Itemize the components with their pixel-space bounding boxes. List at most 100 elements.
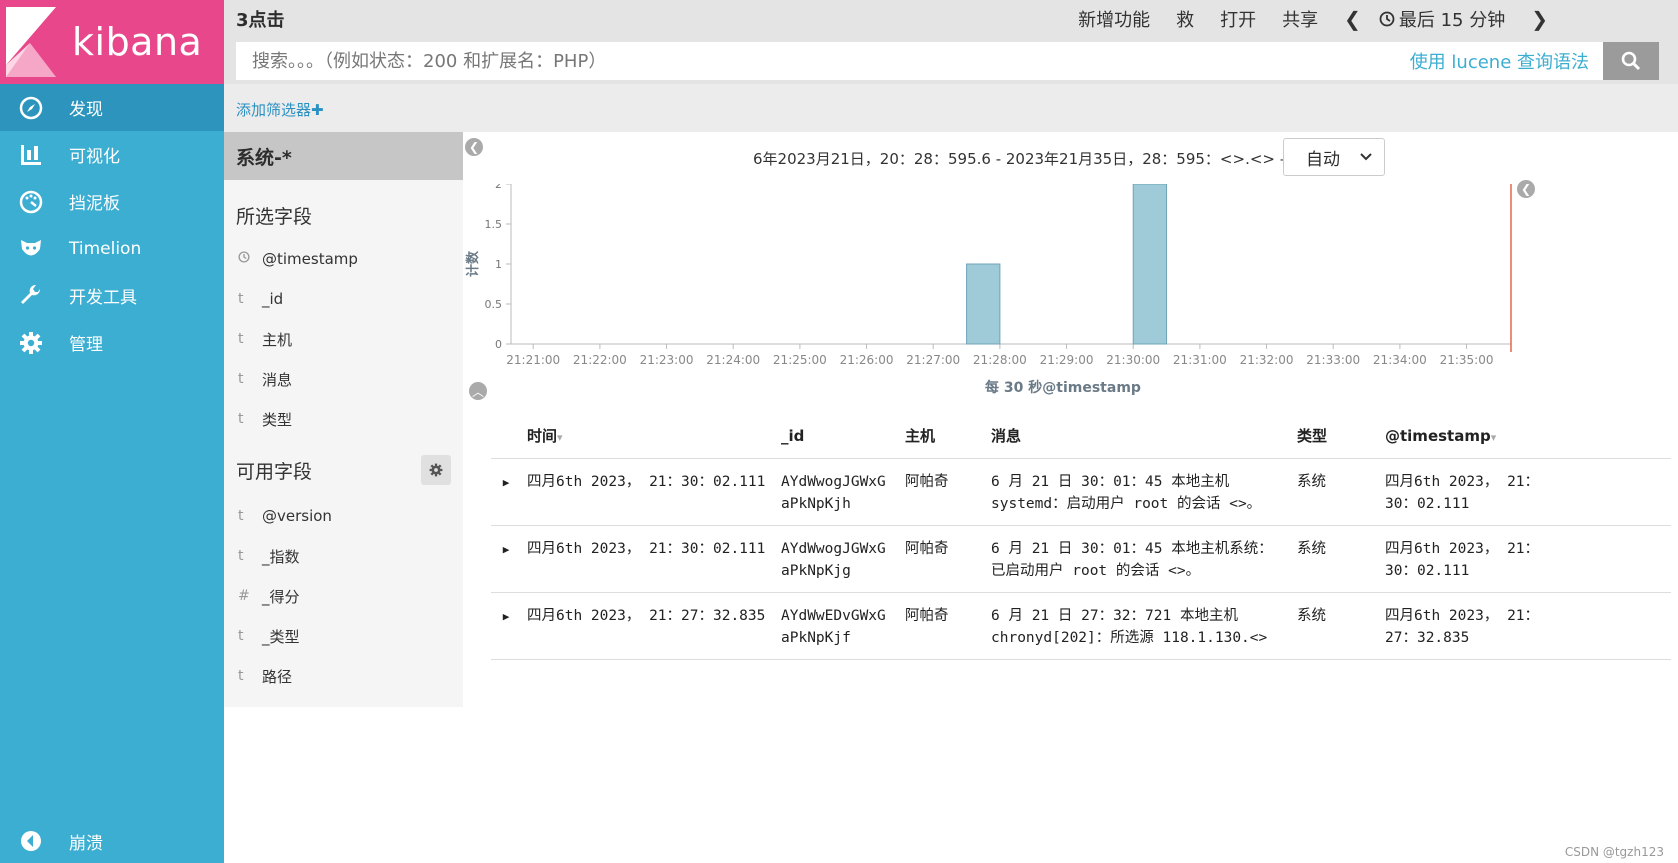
field-item[interactable]: @timestamp — [224, 239, 463, 279]
time-picker-button[interactable]: 最后 15 分钟 — [1379, 6, 1505, 32]
time-value: 四月6th 2023， 21：27：32.835 — [527, 607, 766, 624]
search-bar: 使用 lucene 查询语法 — [236, 42, 1659, 80]
expand-caret-icon[interactable]: ▶ — [503, 476, 510, 489]
search-button[interactable] — [1603, 42, 1659, 80]
field-name: @timestamp — [262, 250, 358, 268]
field-item[interactable]: t _id — [224, 279, 463, 319]
chevron-down-icon — [1360, 153, 1372, 161]
column-header-timestamp[interactable]: @timestamp▾ — [1379, 414, 1671, 459]
field-item[interactable]: t _指数 — [224, 536, 463, 576]
add-filter-label: 添加筛选器 — [236, 101, 312, 119]
message-line: 6 月 21 日 30：01：45 本地主机系统： — [991, 540, 1273, 557]
table-row[interactable]: ▶ 四月6th 2023， 21： 30：02.111 AYdWwogJGWxG aPk… — [491, 525, 1671, 593]
field-item[interactable]: t @version — [224, 496, 463, 536]
open-button[interactable]: 打开 — [1220, 6, 1256, 32]
x-tick-label: 21:33:00 — [1306, 353, 1360, 367]
time-prev-icon[interactable]: ❮ — [1344, 7, 1361, 31]
nav-label: 可视化 — [69, 147, 120, 167]
table-row[interactable]: ▶ 四月6th 2023， 21： 30：02.111 AYdWwogJGWxG aPk… — [491, 458, 1671, 526]
expand-cell: ▶ — [491, 592, 521, 660]
new-button[interactable]: 新增功能 — [1078, 6, 1150, 32]
field-item[interactable]: t _类型 — [224, 616, 463, 656]
cell-id: AYdWwogJGWxG aPkNpKjg — [775, 525, 899, 593]
nav-item-dev-tools[interactable]: 开发工具 — [0, 272, 224, 319]
selected-fields-title: 所选字段 — [236, 206, 313, 228]
collapse-nav-button[interactable]: 崩溃 — [0, 819, 224, 863]
field-type-icon: # — [238, 588, 250, 604]
interval-select[interactable]: 自动 — [1283, 138, 1385, 176]
cell-host: 阿帕奇 — [899, 592, 985, 660]
field-item[interactable]: t 路径 — [224, 656, 463, 696]
nav-label: Timelion — [69, 238, 142, 259]
message-line: 6 月 21 日 27：32：721 本地主机 — [991, 607, 1238, 624]
field-name: _类型 — [262, 627, 300, 646]
table-row[interactable]: ▶ 四月6th 2023， 21： 27：32.835 AYdWwEDvGWxG aPk… — [491, 592, 1671, 660]
field-settings-button[interactable] — [421, 455, 451, 485]
x-tick-label: 21:25:00 — [773, 353, 827, 367]
field-item[interactable]: t 主机 — [224, 319, 463, 359]
y-axis-label: 计数 — [465, 250, 481, 277]
search-icon — [1621, 51, 1641, 71]
nav-label: 发现 — [69, 100, 103, 120]
dashboard-icon — [18, 189, 44, 215]
cell-time: 四月6th 2023， 21：30：02.111 — [521, 525, 775, 593]
nav-item-visualize[interactable]: 可视化 — [0, 131, 224, 178]
field-type-icon: t — [238, 548, 244, 564]
top-menu: 新增功能 救 打开 共享 ❮ 最后 15 分钟 ❯ — [1078, 6, 1548, 32]
column-header-time[interactable]: 时间▾ — [521, 414, 775, 459]
id-line: AYdWwogJGWxG — [781, 473, 886, 490]
x-tick-label: 21:26:00 — [840, 353, 894, 367]
collapse-left-icon — [18, 828, 44, 854]
y-tick-label: 0 — [495, 338, 502, 351]
column-header-id[interactable]: _id — [775, 414, 899, 459]
wrench-icon — [18, 283, 44, 309]
column-header-type[interactable]: 类型 — [1291, 414, 1379, 459]
collapse-sidebar-icon[interactable]: ❮ — [465, 138, 483, 156]
left-nav: kibana 发现 可视化 挡泥板 Timelion 开发工具 管理 崩溃 — [0, 0, 224, 863]
expand-caret-icon[interactable]: ▶ — [503, 610, 510, 623]
column-header-message[interactable]: 消息 — [985, 414, 1291, 459]
field-type-icon: t — [238, 291, 244, 307]
compass-icon — [18, 95, 44, 121]
nav-label: 管理 — [69, 335, 103, 355]
type-value: 系统 — [1297, 473, 1326, 490]
available-fields-title: 可用字段 — [236, 461, 313, 483]
cell-type: 系统 — [1291, 458, 1379, 526]
table-header-row: 时间▾ _id 主机 消息 类型 @timestamp▾ — [491, 414, 1671, 459]
field-type-icon: t — [238, 331, 244, 347]
cell-message: 6 月 21 日 30：01：45 本地主机 systemd：启动用户 root … — [985, 458, 1291, 526]
field-name: @version — [262, 507, 332, 525]
column-header-host[interactable]: 主机 — [899, 414, 985, 459]
field-item[interactable]: t 类型 — [224, 399, 463, 439]
field-name: 消息 — [262, 370, 293, 389]
search-input[interactable] — [236, 42, 1410, 80]
field-name: _指数 — [262, 547, 300, 566]
field-name: 路径 — [262, 667, 293, 686]
watermark: CSDN @tgzh123 — [1564, 845, 1664, 859]
share-button[interactable]: 共享 — [1282, 6, 1318, 32]
page-title: 3点击 — [236, 10, 285, 31]
index-pattern-title[interactable]: 系统-* — [224, 132, 463, 180]
add-filter-button[interactable]: 添加筛选器✚ — [236, 99, 324, 120]
kibana-logo[interactable]: kibana — [0, 0, 224, 84]
time-next-icon[interactable]: ❯ — [1531, 7, 1548, 31]
field-name: _得分 — [262, 587, 300, 606]
nav-item-timelion[interactable]: Timelion — [0, 225, 224, 272]
field-item[interactable]: # _得分 — [224, 576, 463, 616]
x-tick-label: 21:35:00 — [1440, 353, 1494, 367]
x-tick-label: 21:28:00 — [973, 353, 1027, 367]
lucene-syntax-link[interactable]: 使用 lucene 查询语法 — [1410, 48, 1603, 74]
x-tick-label: 21:30:00 — [1106, 353, 1160, 367]
field-type-icon: t — [238, 508, 244, 524]
expand-caret-icon[interactable]: ▶ — [503, 543, 510, 556]
nav-item-management[interactable]: 管理 — [0, 319, 224, 366]
save-button[interactable]: 救 — [1176, 6, 1194, 32]
toggle-chart-icon[interactable]: ︿ — [469, 382, 487, 400]
nav-item-discover[interactable]: 发现 — [0, 84, 224, 131]
top-bar: 3点击 新增功能 救 打开 共享 ❮ 最后 15 分钟 ❯ 使用 lucene … — [224, 0, 1678, 84]
nav-label: 挡泥板 — [69, 194, 120, 214]
nav-item-dashboard[interactable]: 挡泥板 — [0, 178, 224, 225]
field-name: 主机 — [262, 330, 293, 349]
field-item[interactable]: t 消息 — [224, 359, 463, 399]
histogram-svg: 0 0.5 1 1.5 2 21:21:00 21:22:00 21:23:00 21:24:0… — [465, 184, 1512, 396]
